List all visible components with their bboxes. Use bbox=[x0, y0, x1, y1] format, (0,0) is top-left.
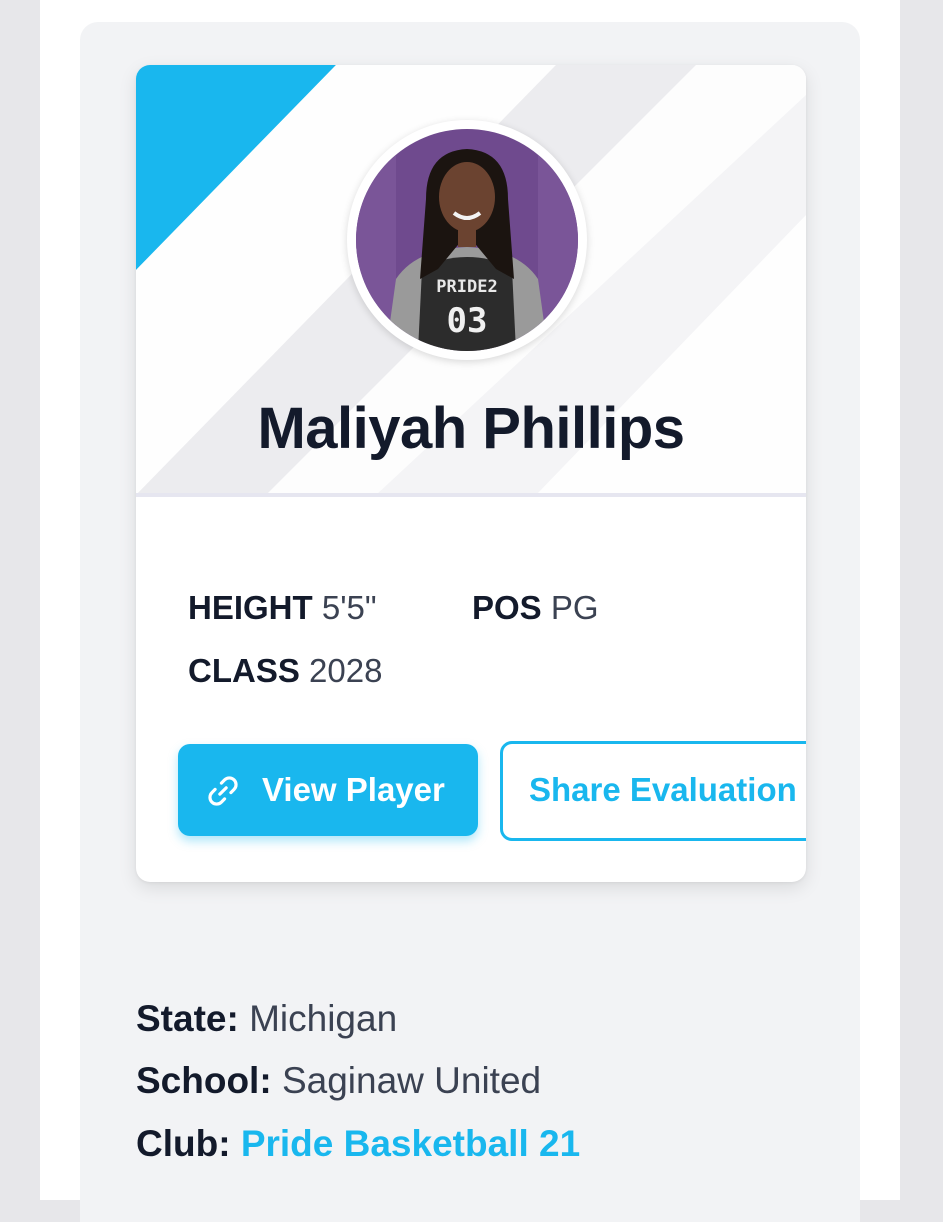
share-evaluation-label: Share Evaluation bbox=[529, 771, 797, 808]
position-label: POS bbox=[472, 589, 542, 626]
view-player-button[interactable]: View Player bbox=[178, 744, 478, 836]
detail-state: State: Michigan bbox=[136, 998, 397, 1040]
height-label: HEIGHT bbox=[188, 589, 313, 626]
player-photo-illustration: PRIDE2 03 bbox=[356, 129, 578, 351]
state-label: State: bbox=[136, 998, 239, 1039]
jersey-text: PRIDE2 bbox=[436, 277, 497, 297]
school-value: Saginaw United bbox=[281, 1060, 542, 1101]
club-link[interactable]: Pride Basketball 21 bbox=[241, 1123, 580, 1164]
header-divider bbox=[136, 493, 806, 497]
stat-class: CLASS 2028 bbox=[188, 652, 382, 690]
state-value: Michigan bbox=[249, 998, 398, 1039]
view-player-label: View Player bbox=[262, 771, 445, 808]
link-icon bbox=[208, 776, 238, 806]
class-value: 2028 bbox=[309, 652, 383, 689]
player-name: Maliyah Phillips bbox=[257, 396, 685, 461]
player-face bbox=[439, 162, 495, 232]
player-card: PRIDE2 03 Maliyah Phillips HEIGHT 5'5" P… bbox=[136, 65, 806, 882]
share-evaluation-button[interactable]: Share Evaluation bbox=[500, 741, 806, 841]
class-label: CLASS bbox=[188, 652, 300, 689]
jersey-number: 03 bbox=[447, 301, 488, 341]
position-value: PG bbox=[550, 589, 599, 626]
school-label: School: bbox=[136, 1060, 272, 1101]
player-photo: PRIDE2 03 bbox=[356, 129, 578, 351]
height-value: 5'5" bbox=[321, 589, 377, 626]
club-label: Club: bbox=[136, 1123, 231, 1164]
player-neck bbox=[458, 227, 476, 247]
player-card-header: PRIDE2 03 Maliyah Phillips bbox=[136, 65, 806, 495]
stat-position: POS PG bbox=[472, 589, 599, 627]
player-avatar[interactable]: PRIDE2 03 bbox=[347, 120, 587, 360]
stat-height: HEIGHT 5'5" bbox=[188, 589, 377, 627]
detail-club: Club: Pride Basketball 21 bbox=[136, 1123, 580, 1165]
detail-school: School: Saginaw United bbox=[136, 1060, 541, 1102]
